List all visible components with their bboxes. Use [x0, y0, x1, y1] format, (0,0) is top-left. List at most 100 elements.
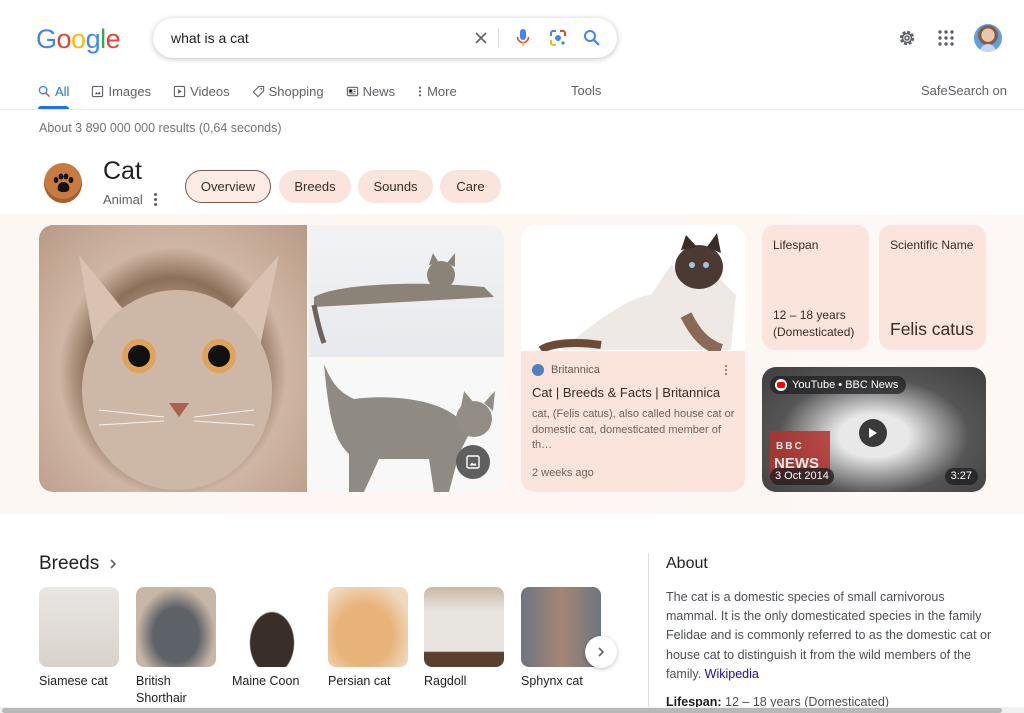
tag-icon — [252, 85, 264, 97]
britannica-favicon-icon — [532, 364, 544, 376]
fact-card-lifespan[interactable]: Lifespan 12 – 18 years (Domesticated) — [762, 225, 869, 350]
play-icon — [173, 85, 186, 97]
search-input[interactable]: what is a cat — [171, 30, 249, 46]
breed-thumbnail — [328, 587, 408, 667]
breed-item[interactable]: Ragdoll — [424, 587, 504, 690]
tab-label: Shopping — [268, 83, 324, 99]
breeds-heading-link[interactable]: Breeds — [39, 553, 117, 575]
more-options-icon[interactable] — [725, 365, 729, 377]
chip-sounds[interactable]: Sounds — [358, 170, 433, 203]
breed-name: British Shorthair — [136, 674, 187, 705]
tab-videos[interactable]: Videos — [173, 82, 230, 100]
breed-item[interactable]: Siamese cat — [39, 587, 119, 690]
about-description: The cat is a domestic species of small c… — [666, 588, 996, 684]
chevron-right-icon — [598, 647, 605, 657]
search-divider — [498, 28, 499, 48]
breeds-next-button[interactable] — [585, 636, 617, 668]
logo-letter: o — [71, 24, 86, 54]
chip-overview[interactable]: Overview — [185, 170, 271, 203]
wikipedia-link[interactable]: Wikipedia — [705, 667, 759, 681]
microphone-icon[interactable] — [511, 26, 535, 50]
chip-care[interactable]: Care — [440, 170, 501, 203]
cat-lying-image[interactable] — [309, 225, 504, 357]
entity-title: Cat — [103, 157, 142, 185]
breed-thumbnail — [424, 587, 504, 667]
avatar[interactable] — [974, 24, 1002, 52]
search-icon — [38, 85, 51, 97]
lens-icon[interactable] — [546, 26, 570, 50]
search-tabs: All Images Videos Shopping News More — [38, 82, 479, 110]
gear-icon[interactable] — [895, 26, 919, 50]
fact-value: Felis catus — [890, 319, 974, 339]
about-heading: About — [666, 555, 708, 572]
britannica-source: Britannica — [532, 364, 600, 376]
breed-thumbnail — [232, 587, 312, 667]
result-stats: About 3 890 000 000 results (0,64 second… — [39, 121, 282, 135]
tab-label: More — [427, 83, 457, 99]
tab-news[interactable]: News — [346, 82, 396, 100]
breed-item[interactable]: British Shorthair — [136, 587, 216, 707]
britannica-date: 2 weeks ago — [532, 467, 594, 479]
video-date: 3 Oct 2014 — [770, 468, 834, 485]
fact-label: Scientific Name — [890, 238, 974, 252]
himalayan-cat-image — [521, 225, 745, 356]
news-icon — [346, 86, 358, 96]
logo-letter: e — [105, 24, 121, 54]
image-icon — [92, 85, 104, 97]
search-box[interactable]: what is a cat — [153, 18, 617, 58]
tab-label: News — [362, 83, 396, 99]
tab-images[interactable]: Images — [91, 82, 151, 100]
video-source-label: YouTube • BBC News — [792, 379, 899, 391]
more-vertical-icon — [418, 86, 422, 96]
tabs-divider — [0, 109, 1024, 110]
tab-shopping[interactable]: Shopping — [252, 82, 324, 100]
britannica-card[interactable]: Britannica Cat | Breeds & Facts | Britan… — [521, 225, 745, 492]
breed-name: Maine Coon — [232, 674, 300, 688]
breed-name: Persian cat — [328, 674, 391, 688]
breed-name: Ragdoll — [424, 674, 467, 688]
breeds-title: Breeds — [39, 553, 100, 574]
tab-more[interactable]: More — [417, 82, 457, 100]
breed-item[interactable]: Sphynx cat — [521, 587, 601, 690]
britannica-title-link[interactable]: Cat | Breeds & Facts | Britannica — [532, 385, 720, 400]
paw-icon — [44, 163, 82, 203]
video-duration: 3:27 — [944, 468, 978, 485]
entity-subtitle: Animal — [103, 192, 143, 207]
fact-label: Lifespan — [773, 238, 819, 252]
breed-thumbnail — [136, 587, 216, 667]
play-icon[interactable] — [859, 419, 887, 447]
more-options-icon[interactable] — [150, 191, 160, 207]
tab-label: Videos — [190, 83, 230, 99]
breed-item[interactable]: Maine Coon — [232, 587, 312, 690]
breed-item[interactable]: Persian cat — [328, 587, 408, 690]
chip-breeds[interactable]: Breeds — [279, 170, 351, 203]
chip-label: Breeds — [294, 179, 336, 194]
chevron-right-icon — [110, 559, 117, 569]
logo-letter: g — [85, 24, 101, 54]
apps-grid-icon[interactable] — [934, 26, 958, 50]
cat-face-image[interactable] — [39, 225, 307, 492]
chip-label: Sounds — [373, 179, 418, 194]
video-card[interactable]: BBC NEWS YouTube • BBC News 3 Oct 2014 3… — [762, 367, 986, 492]
tools-button[interactable]: Tools — [571, 83, 601, 98]
horizontal-scrollbar[interactable] — [2, 708, 1002, 713]
breed-thumbnail — [39, 587, 119, 667]
breed-name: Sphynx cat — [521, 674, 583, 688]
safesearch-button[interactable]: SafeSearch on — [921, 83, 1007, 98]
chip-label: Care — [456, 179, 485, 194]
google-logo[interactable]: Google — [36, 24, 121, 55]
breed-name: Siamese cat — [39, 674, 108, 688]
britannica-description: cat, (Felis catus), also called house ca… — [532, 408, 735, 451]
tab-label: Images — [108, 83, 152, 99]
fact-card-scientific-name[interactable]: Scientific Name Felis catus — [879, 225, 986, 350]
clear-icon[interactable] — [469, 26, 493, 50]
search-icon[interactable] — [580, 26, 604, 50]
logo-letter: G — [36, 24, 57, 54]
youtube-icon — [775, 379, 787, 391]
tab-label: All — [55, 83, 70, 99]
video-source: YouTube • BBC News — [770, 376, 907, 394]
logo-letter: o — [56, 24, 72, 54]
source-name: Britannica — [551, 364, 600, 376]
more-images-icon[interactable] — [456, 445, 490, 479]
tab-all[interactable]: All — [38, 82, 70, 109]
